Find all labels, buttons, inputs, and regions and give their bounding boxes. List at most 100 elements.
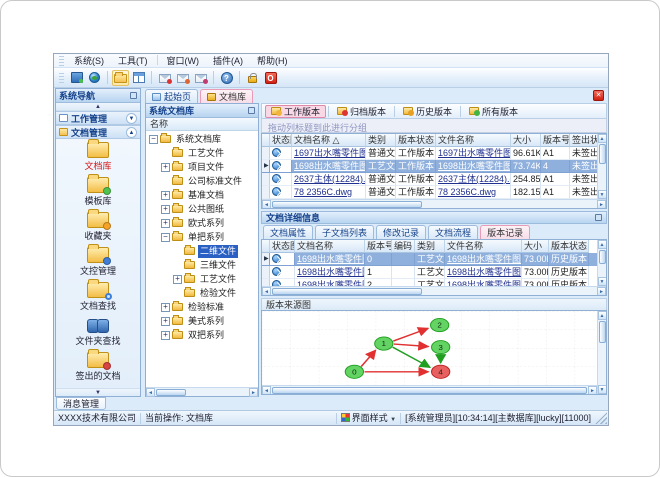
table-row[interactable]: 1698出水嘴零件图.dwg1工艺文件1698出水嘴零件图.dwg73.00KB… [262, 266, 597, 279]
table-row[interactable]: 1697出水嘴零件图.dwg普通文档工作版本1697出水嘴零件图.dwg96.6… [262, 147, 597, 160]
column-header-编码[interactable]: 编码 [392, 240, 415, 253]
sidebar-scroll-up[interactable]: ▲ [56, 103, 140, 111]
sidebar-item-模板库[interactable]: 模板库 [56, 174, 140, 207]
tree-node-工艺文件[interactable]: + 工艺文件 [146, 272, 258, 286]
exit-button[interactable]: O [262, 70, 279, 86]
scroll-thumb[interactable] [598, 250, 606, 264]
sidebar-group-工作管理[interactable]: 工作管理 ▼ [56, 111, 140, 125]
chevron-icon[interactable]: ▲ [126, 126, 137, 138]
menu-3[interactable]: 窗口(W) [160, 55, 207, 67]
grid-vscrollbar[interactable]: ▲ ▼ [597, 134, 606, 199]
column-header-类别[interactable]: 类别 [415, 240, 445, 253]
scroll-thumb[interactable] [156, 388, 186, 396]
tree-node-公共图纸[interactable]: + 公共图纸 [146, 202, 258, 216]
version-node-2[interactable]: 2 [430, 318, 450, 333]
column-header-文档名称[interactable]: 文档名称 [295, 240, 365, 253]
table-row[interactable]: ▶1698出水嘴零件图.dwg0工艺文件1698出水嘴零件图.dwg73.00K… [262, 253, 597, 266]
expand-icon[interactable]: + [161, 316, 170, 326]
tree-node-项目文件[interactable]: + 项目文件 [146, 160, 258, 174]
sidebar-item-签出的文档[interactable]: 签出的文档 [56, 349, 140, 382]
document-link[interactable]: 78 2356C.dwg [294, 187, 352, 197]
ui-style-selector[interactable]: 界面样式 ▼ [337, 412, 402, 424]
sidebar-scroll-down[interactable]: ▼ [56, 388, 140, 396]
groupby-zone[interactable]: 拖动列标题到此进行分组 [261, 119, 607, 133]
sidebar-item-文控管理[interactable]: 文控管理 [56, 244, 140, 277]
folder-open-button[interactable] [112, 69, 129, 86]
document-link[interactable]: 78 2356C.dwg [438, 187, 496, 197]
document-link[interactable]: 1698出水嘴零件图.dwg [297, 254, 364, 264]
lock-button[interactable] [244, 70, 261, 86]
scroll-thumb[interactable] [598, 321, 606, 343]
sidebar-item-文档查找[interactable]: 文档查找 [56, 279, 140, 312]
pin-icon[interactable] [248, 107, 255, 114]
column-header-文件名称[interactable]: 文件名称 [445, 240, 522, 253]
close-tab-button[interactable]: ✕ [593, 90, 604, 101]
graph-vscrollbar[interactable]: ▲ ▼ [597, 311, 606, 394]
expand-icon[interactable]: + [161, 218, 170, 228]
tree-hscrollbar[interactable]: ◄ ► [146, 387, 258, 397]
button-归档版本[interactable]: 归档版本 [331, 105, 392, 118]
scroll-left-icon[interactable]: ◄ [262, 385, 271, 394]
document-link[interactable]: 2637主体(12284).dwg [294, 174, 365, 184]
new-mail-button[interactable] [156, 70, 173, 86]
message-manager-tab[interactable]: 消息管理 [56, 397, 106, 410]
expand-icon[interactable]: + [161, 204, 170, 214]
tree-node-检验标准[interactable]: + 检验标准 [146, 300, 258, 314]
computer-button[interactable] [68, 70, 85, 86]
version-node-1[interactable]: 1 [374, 336, 394, 351]
version-node-4[interactable]: 4 [431, 364, 451, 379]
toolbar-grip[interactable] [59, 72, 64, 83]
tab-起始页[interactable]: 起始页 [145, 89, 199, 103]
menu-4[interactable]: 插件(A) [206, 55, 250, 67]
column-header-类别[interactable]: 类别 [366, 134, 396, 147]
tab-文档流程[interactable]: 文档流程 [428, 225, 479, 239]
globe-button[interactable] [86, 70, 103, 86]
tree-column-header[interactable]: 名称 [146, 118, 258, 131]
table-row[interactable]: 2637主体(12284).dwg普通文档工作版本2637主体(12284).d… [262, 173, 597, 186]
tree-node-工艺文件[interactable]: 工艺文件 [146, 146, 258, 160]
chevron-icon[interactable]: ▼ [126, 112, 137, 124]
sidebar-item-文件夹查找[interactable]: 文件夹查找 [56, 317, 140, 347]
expand-icon[interactable]: + [161, 330, 170, 340]
sidebar-item-文档库[interactable]: 文档库 [56, 139, 140, 172]
tree-node-欧式系列[interactable]: + 欧式系列 [146, 216, 258, 230]
column-header-状态图[interactable]: 状态图 [270, 240, 295, 253]
scroll-down-icon[interactable]: ▼ [597, 385, 606, 394]
tab-子文档列表[interactable]: 子文档列表 [315, 225, 375, 239]
column-header-大小[interactable]: 大小 [522, 240, 549, 253]
menu-2[interactable]: 工具(T) [111, 55, 155, 67]
scroll-up-icon[interactable]: ▲ [597, 240, 606, 249]
column-header-文档名称[interactable]: 文档名称 △ [292, 134, 366, 147]
scroll-left-icon[interactable]: ◄ [262, 286, 271, 295]
document-link[interactable]: 1698出水嘴零件图.dwg [447, 254, 521, 264]
tree-node-二维文件[interactable]: 二维文件 [146, 244, 258, 258]
scroll-down-icon[interactable]: ▼ [597, 277, 606, 286]
resize-grip[interactable] [595, 412, 607, 424]
scroll-right-icon[interactable]: ► [597, 286, 606, 295]
grid-vscrollbar[interactable]: ▲ ▼ [597, 240, 606, 286]
tree-node-基准文档[interactable]: + 基准文档 [146, 188, 258, 202]
sidebar-item-收藏夹[interactable]: 收藏夹 [56, 209, 140, 242]
collapse-icon[interactable]: − [161, 232, 170, 242]
scroll-left-icon[interactable]: ◄ [146, 387, 155, 397]
expand-icon[interactable]: + [173, 274, 182, 284]
tab-修改记录[interactable]: 修改记录 [376, 225, 427, 239]
mail-alert-button[interactable] [192, 70, 209, 86]
tab-文档库[interactable]: 文档库 [200, 89, 254, 103]
document-link[interactable]: 1698出水嘴零件图.dwg [447, 267, 521, 277]
scroll-right-icon[interactable]: ► [597, 199, 606, 208]
version-graph[interactable]: 0 1 2 3 4 [262, 311, 597, 385]
document-link[interactable]: 1698出水嘴零件图.dwg [438, 161, 510, 171]
expand-icon[interactable]: + [161, 190, 170, 200]
button-所有版本[interactable]: 所有版本 [463, 105, 524, 118]
column-header-版本状态[interactable]: 版本状态 [549, 240, 589, 253]
version-node-3[interactable]: 3 [431, 340, 451, 355]
scroll-thumb[interactable] [272, 200, 422, 208]
help-button[interactable]: ? [218, 70, 235, 86]
scroll-right-icon[interactable]: ► [588, 385, 597, 394]
tree-node-美式系列[interactable]: + 美式系列 [146, 314, 258, 328]
collapse-icon[interactable]: − [149, 134, 158, 144]
tree-node-单把系列[interactable]: − 单把系列 [146, 230, 258, 244]
document-link[interactable]: 2637主体(12284).dwg [438, 174, 510, 184]
column-header-状态图[interactable]: 状态图 [270, 134, 292, 147]
